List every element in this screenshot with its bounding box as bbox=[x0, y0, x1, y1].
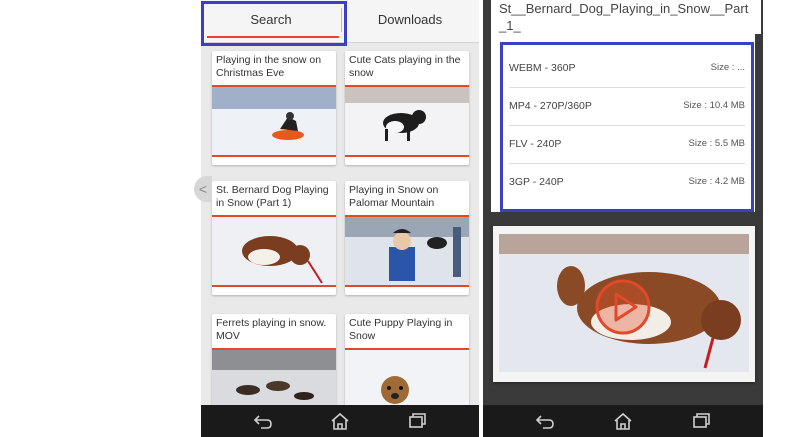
video-player-card bbox=[493, 226, 755, 382]
search-screen: Search Downloads Playing in the snow on … bbox=[201, 0, 479, 437]
format-option[interactable]: FLV - 240P Size : 5.5 MB bbox=[509, 125, 745, 164]
format-label: WEBM - 360P bbox=[509, 62, 576, 74]
android-navbar bbox=[483, 405, 763, 437]
video-preview[interactable] bbox=[499, 234, 749, 372]
format-label: MP4 - 270P/360P bbox=[509, 100, 592, 112]
back-icon[interactable] bbox=[535, 412, 555, 430]
format-size: Size : ... bbox=[710, 62, 745, 73]
video-result-card[interactable]: Playing in Snow on Palomar Mountain bbox=[345, 181, 469, 295]
card-accent-line bbox=[345, 155, 469, 157]
search-tab-highlight-box bbox=[201, 1, 347, 46]
card-accent-line bbox=[212, 285, 336, 287]
format-size: Size : 5.5 MB bbox=[688, 138, 746, 149]
video-result-title: Cute Cats playing in the snow bbox=[349, 54, 461, 79]
back-icon[interactable] bbox=[253, 412, 273, 430]
video-thumbnail bbox=[345, 215, 469, 287]
format-size: Size : 10.4 MB bbox=[683, 100, 745, 111]
video-thumbnail bbox=[212, 215, 336, 287]
card-accent-line bbox=[345, 285, 469, 287]
video-result-title: St. Bernard Dog Playing in Snow (Part 1) bbox=[216, 184, 329, 209]
video-result-card[interactable]: St. Bernard Dog Playing in Snow (Part 1) bbox=[212, 181, 336, 295]
video-result-card[interactable]: Playing in the snow on Christmas Eve bbox=[212, 51, 336, 165]
recents-icon[interactable] bbox=[691, 412, 711, 430]
video-result-title: Playing in the snow on Christmas Eve bbox=[216, 54, 322, 79]
video-result-title: Ferrets playing in snow. MOV bbox=[216, 317, 327, 342]
play-icon[interactable] bbox=[594, 278, 652, 336]
drawer-handle-icon[interactable]: < bbox=[194, 176, 212, 202]
tab-downloads[interactable]: Downloads bbox=[341, 0, 479, 40]
video-file-title: St__Bernard_Dog_Playing_in_Snow__Part _1… bbox=[495, 0, 761, 34]
format-label: 3GP - 240P bbox=[509, 176, 564, 188]
home-icon[interactable] bbox=[330, 412, 350, 430]
download-options-screen: St__Bernard_Dog_Playing_in_Snow__Part _1… bbox=[483, 0, 763, 437]
format-label: FLV - 240P bbox=[509, 138, 562, 150]
video-result-title: Playing in Snow on Palomar Mountain bbox=[349, 184, 439, 209]
video-result-title: Cute Puppy Playing in Snow bbox=[349, 317, 453, 342]
home-icon[interactable] bbox=[613, 412, 633, 430]
format-option[interactable]: WEBM - 360P Size : ... bbox=[509, 49, 745, 88]
video-thumbnail bbox=[212, 85, 336, 157]
video-thumbnail bbox=[345, 85, 469, 157]
format-size: Size : 4.2 MB bbox=[688, 176, 746, 187]
android-navbar bbox=[201, 405, 479, 437]
card-accent-line bbox=[212, 155, 336, 157]
format-option[interactable]: 3GP - 240P Size : 4.2 MB bbox=[509, 163, 745, 201]
format-option[interactable]: MP4 - 270P/360P Size : 10.4 MB bbox=[509, 87, 745, 126]
recents-icon[interactable] bbox=[407, 412, 427, 430]
video-result-card[interactable]: Cute Cats playing in the snow bbox=[345, 51, 469, 165]
format-list: WEBM - 360P Size : ... MP4 - 270P/360P S… bbox=[500, 42, 754, 212]
